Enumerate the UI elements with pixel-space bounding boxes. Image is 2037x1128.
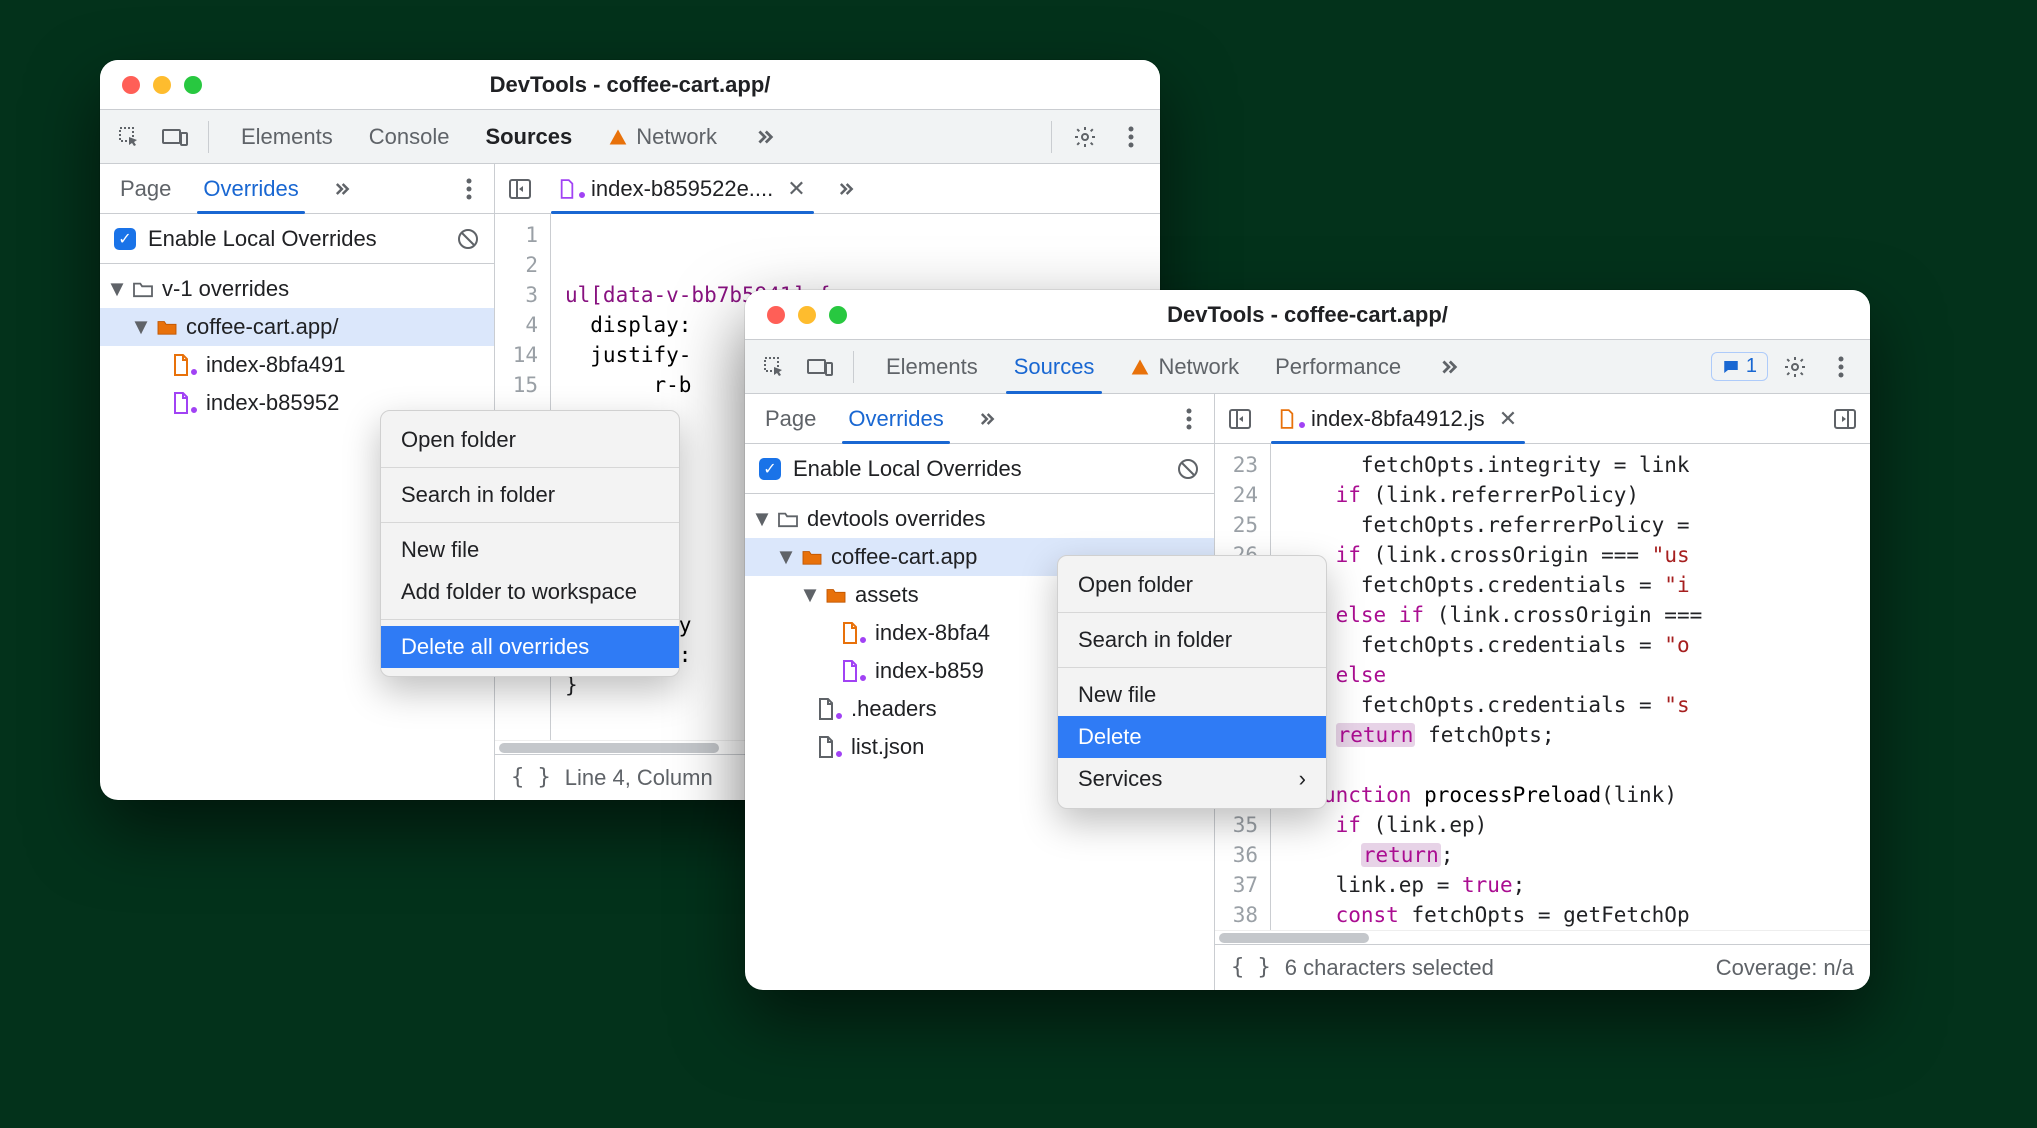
tab-network[interactable]: Network: [590, 110, 735, 163]
warning-icon: [1130, 357, 1150, 377]
kebab-menu-icon[interactable]: [1170, 400, 1208, 438]
tab-console[interactable]: Console: [351, 110, 468, 163]
status-selection: 6 characters selected: [1285, 955, 1494, 981]
titlebar: DevTools - coffee-cart.app/: [745, 290, 1870, 340]
chevron-right-icon: ›: [1299, 766, 1306, 792]
device-toolbar-icon[interactable]: [801, 348, 839, 386]
tab-sources[interactable]: Sources: [467, 110, 590, 163]
close-window-button[interactable]: [122, 76, 140, 94]
toggle-debugger-icon[interactable]: [1828, 402, 1862, 436]
main-toolbar: Elements Console Sources Network: [100, 110, 1160, 164]
close-tab-icon[interactable]: ✕: [1499, 406, 1517, 432]
status-cursor: Line 4, Column: [565, 765, 713, 791]
titlebar: DevTools - coffee-cart.app/: [100, 60, 1160, 110]
more-tabs-icon[interactable]: [1419, 340, 1477, 393]
menu-open-folder[interactable]: Open folder: [381, 419, 679, 461]
code-content: fetchOpts.integrity = link if (link.refe…: [1271, 444, 1870, 930]
subtab-page[interactable]: Page: [751, 394, 830, 443]
tab-elements[interactable]: Elements: [223, 110, 351, 163]
menu-delete[interactable]: Delete: [1058, 716, 1326, 758]
subtab-page[interactable]: Page: [106, 164, 185, 213]
menu-new-file[interactable]: New file: [381, 529, 679, 571]
context-menu: Open folder Search in folder New file De…: [1057, 555, 1327, 809]
main-toolbar: Elements Sources Network Performance 1: [745, 340, 1870, 394]
override-indicator-icon: [834, 711, 844, 721]
override-indicator-icon: [189, 367, 199, 377]
menu-search-in-folder[interactable]: Search in folder: [1058, 619, 1326, 661]
enable-overrides-checkbox[interactable]: ✓: [759, 458, 781, 480]
device-toolbar-icon[interactable]: [156, 118, 194, 156]
braces-icon[interactable]: { }: [1231, 955, 1271, 980]
enable-overrides-label: Enable Local Overrides: [793, 456, 1022, 482]
tree-folder-root[interactable]: ▼ v-1 overrides: [100, 270, 494, 308]
inspect-element-icon[interactable]: [755, 348, 793, 386]
minimize-window-button[interactable]: [153, 76, 171, 94]
toggle-navigator-icon[interactable]: [1223, 402, 1257, 436]
override-indicator-icon: [834, 749, 844, 759]
toggle-navigator-icon[interactable]: [503, 172, 537, 206]
more-tabs-icon[interactable]: [735, 110, 793, 163]
close-tab-icon[interactable]: ✕: [787, 176, 805, 202]
devtools-window-2: DevTools - coffee-cart.app/ Elements Sou…: [745, 290, 1870, 990]
tab-network[interactable]: Network: [1112, 340, 1257, 393]
override-indicator-icon: [858, 673, 868, 683]
menu-search-in-folder[interactable]: Search in folder: [381, 474, 679, 516]
file-tab[interactable]: index-b859522e.... ✕: [545, 164, 820, 213]
enable-overrides-checkbox[interactable]: ✓: [114, 228, 136, 250]
braces-icon[interactable]: { }: [511, 765, 551, 790]
horizontal-scrollbar[interactable]: [1215, 930, 1870, 944]
enable-overrides-label: Enable Local Overrides: [148, 226, 377, 252]
kebab-menu-icon[interactable]: [1822, 348, 1860, 386]
menu-services[interactable]: Services ›: [1058, 758, 1326, 800]
gear-icon[interactable]: [1776, 348, 1814, 386]
clear-icon[interactable]: [1176, 457, 1200, 481]
warning-icon: [608, 127, 628, 147]
more-file-tabs-icon[interactable]: [828, 172, 862, 206]
inspect-element-icon[interactable]: [110, 118, 148, 156]
tree-folder-domain[interactable]: ▼ coffee-cart.app/: [100, 308, 494, 346]
issues-badge[interactable]: 1: [1711, 352, 1768, 381]
subtab-overrides[interactable]: Overrides: [834, 394, 957, 443]
close-window-button[interactable]: [767, 306, 785, 324]
override-indicator-icon: [189, 405, 199, 415]
tab-performance[interactable]: Performance: [1257, 340, 1419, 393]
override-indicator-icon: [577, 190, 587, 200]
more-subtabs-icon[interactable]: [317, 164, 365, 213]
window-title: DevTools - coffee-cart.app/: [745, 302, 1870, 328]
status-coverage: Coverage: n/a: [1716, 955, 1854, 981]
tab-sources[interactable]: Sources: [996, 340, 1113, 393]
more-subtabs-icon[interactable]: [962, 394, 1010, 443]
gear-icon[interactable]: [1066, 118, 1104, 156]
zoom-window-button[interactable]: [184, 76, 202, 94]
context-menu: Open folder Search in folder New file Ad…: [380, 410, 680, 677]
menu-new-file[interactable]: New file: [1058, 674, 1326, 716]
override-indicator-icon: [1297, 420, 1307, 430]
kebab-menu-icon[interactable]: [1112, 118, 1150, 156]
tree-file-js[interactable]: index-8bfa491: [100, 346, 494, 384]
tab-elements[interactable]: Elements: [868, 340, 996, 393]
window-title: DevTools - coffee-cart.app/: [100, 72, 1160, 98]
kebab-menu-icon[interactable]: [450, 170, 488, 208]
override-indicator-icon: [858, 635, 868, 645]
file-tab[interactable]: index-8bfa4912.js ✕: [1265, 394, 1531, 443]
clear-icon[interactable]: [456, 227, 480, 251]
menu-add-folder-to-workspace[interactable]: Add folder to workspace: [381, 571, 679, 613]
menu-open-folder[interactable]: Open folder: [1058, 564, 1326, 606]
menu-delete-all-overrides[interactable]: Delete all overrides: [381, 626, 679, 668]
minimize-window-button[interactable]: [798, 306, 816, 324]
tree-folder-root[interactable]: ▼ devtools overrides: [745, 500, 1214, 538]
subtab-overrides[interactable]: Overrides: [189, 164, 312, 213]
zoom-window-button[interactable]: [829, 306, 847, 324]
